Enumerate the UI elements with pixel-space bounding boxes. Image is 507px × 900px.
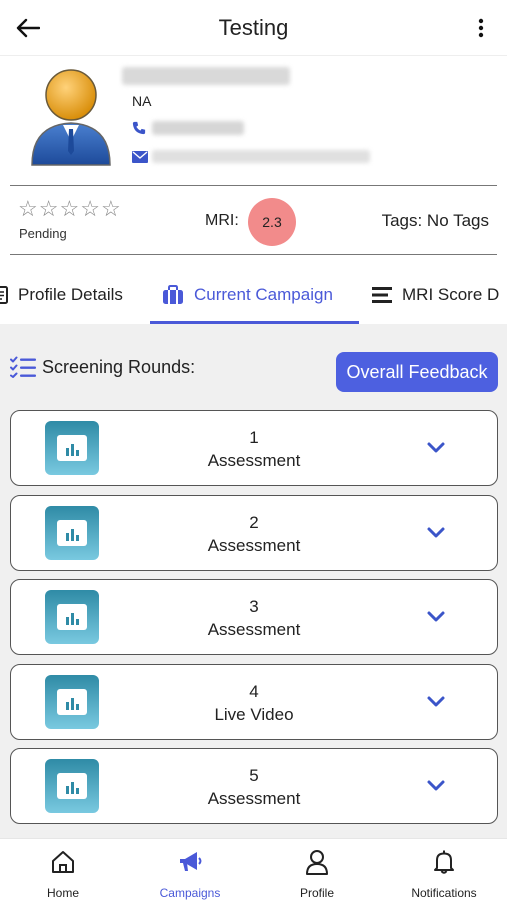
campaign-content: Screening Rounds: Overall Feedback 1 Asse… xyxy=(0,324,507,838)
nav-label: Profile xyxy=(299,886,334,900)
nav-home[interactable]: Home xyxy=(0,839,126,900)
round-card[interactable]: 3 Assessment xyxy=(10,579,498,655)
star-icon: ☆ xyxy=(18,196,38,221)
round-card[interactable]: 1 Assessment xyxy=(10,410,498,486)
screening-rounds-header: Screening Rounds: xyxy=(10,356,195,378)
mail-icon xyxy=(132,151,148,163)
tab-label: Current Campaign xyxy=(194,285,333,304)
avatar xyxy=(31,69,111,166)
tab-label: MRI Score D xyxy=(402,285,500,304)
top-bar: Testing xyxy=(0,0,507,56)
chevron-down-icon[interactable] xyxy=(425,606,447,628)
menu-lines-icon xyxy=(372,287,392,303)
chevron-down-icon[interactable] xyxy=(425,691,447,713)
tab-bar: Profile Details Current Campaign MRI Sco… xyxy=(0,266,507,324)
name-redacted xyxy=(122,67,290,85)
round-card[interactable]: 5 Assessment xyxy=(10,748,498,824)
star-icon: ☆ xyxy=(38,196,59,221)
rating-status: Pending xyxy=(19,226,67,241)
profile-summary: NA xyxy=(0,57,507,185)
briefcase-icon xyxy=(163,285,183,304)
bottom-navigation: Home Campaigns Profile Notifications xyxy=(0,838,507,900)
mri-score-badge: 2.3 xyxy=(248,198,296,246)
tab-mri-score[interactable]: MRI Score D xyxy=(372,266,499,324)
tab-current-campaign[interactable]: Current Campaign xyxy=(162,266,333,324)
chevron-down-icon[interactable] xyxy=(425,522,447,544)
bell-icon xyxy=(434,850,454,874)
megaphone-icon xyxy=(180,852,202,871)
tab-profile-details[interactable]: Profile Details xyxy=(0,266,123,324)
star-icon: ☆ xyxy=(100,196,121,221)
overall-feedback-button[interactable]: Overall Feedback xyxy=(336,352,498,392)
star-rating[interactable]: ☆ ☆ ☆ ☆ ☆ xyxy=(18,198,121,220)
document-icon xyxy=(0,286,8,304)
chevron-down-icon[interactable] xyxy=(425,437,447,459)
phone-redacted xyxy=(152,121,244,135)
nav-campaigns[interactable]: Campaigns xyxy=(127,839,253,900)
phone-icon xyxy=(132,121,146,135)
more-vertical-icon xyxy=(478,18,484,38)
star-icon: ☆ xyxy=(59,196,80,221)
home-icon xyxy=(52,851,74,873)
profile-status: NA xyxy=(132,93,152,109)
tab-label: Profile Details xyxy=(18,285,123,304)
more-options-button[interactable] xyxy=(469,12,493,44)
nav-label: Home xyxy=(46,886,79,900)
email-redacted xyxy=(152,150,370,163)
nav-notifications[interactable]: Notifications xyxy=(381,839,507,900)
star-icon: ☆ xyxy=(80,196,100,221)
checklist-icon xyxy=(10,356,36,378)
nav-profile[interactable]: Profile xyxy=(254,839,380,900)
person-icon xyxy=(306,850,328,875)
tags-text: Tags: No Tags xyxy=(381,211,489,230)
page-title: Testing xyxy=(218,15,289,40)
nav-label: Campaigns xyxy=(159,886,221,900)
rating-stats-bar: ☆ ☆ ☆ ☆ ☆ Pending MRI: 2.3 Tags: No Tags xyxy=(10,185,497,255)
mri-label: MRI: xyxy=(205,212,239,229)
round-card[interactable]: 2 Assessment xyxy=(10,494,498,571)
chevron-down-icon[interactable] xyxy=(425,775,447,797)
nav-label: Notifications xyxy=(411,886,477,900)
round-card[interactable]: 4 Live Video xyxy=(10,663,498,740)
screening-rounds-title: Screening Rounds: xyxy=(42,356,196,377)
